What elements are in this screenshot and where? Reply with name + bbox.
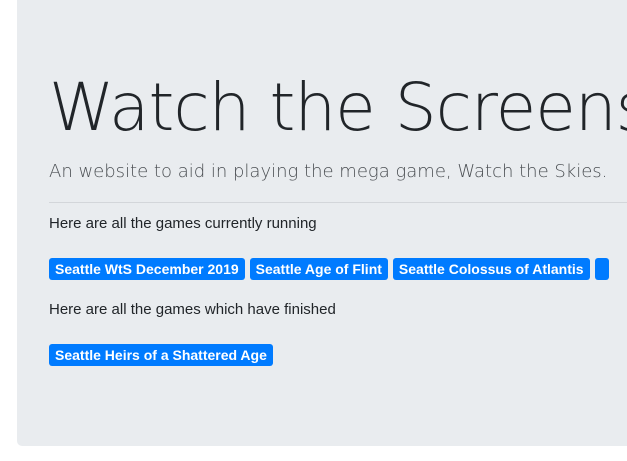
page-title: Watch the Screens! (49, 69, 627, 146)
jumbotron: Watch the Screens! An website to aid in … (17, 0, 627, 446)
finished-games-list: Seattle Heirs of a Shattered Age (49, 344, 273, 366)
game-badge-seattle-age-of-flint[interactable]: Seattle Age of Flint (249, 258, 388, 280)
page-subtitle: An website to aid in playing the mega ga… (49, 161, 608, 182)
game-badge-partially-visible[interactable] (594, 258, 609, 280)
game-badge-seattle-heirs-of-a-shattered-age[interactable]: Seattle Heirs of a Shattered Age (49, 344, 273, 366)
divider (49, 202, 627, 203)
finished-games-intro: Here are all the games which have finish… (49, 301, 336, 318)
running-games-list: Seattle WtS December 2019 Seattle Age of… (49, 258, 609, 280)
running-games-intro: Here are all the games currently running (49, 215, 317, 232)
game-badge-seattle-wts-december-2019[interactable]: Seattle WtS December 2019 (49, 258, 245, 280)
game-badge-seattle-colossus-of-atlantis[interactable]: Seattle Colossus of Atlantis (392, 258, 590, 280)
